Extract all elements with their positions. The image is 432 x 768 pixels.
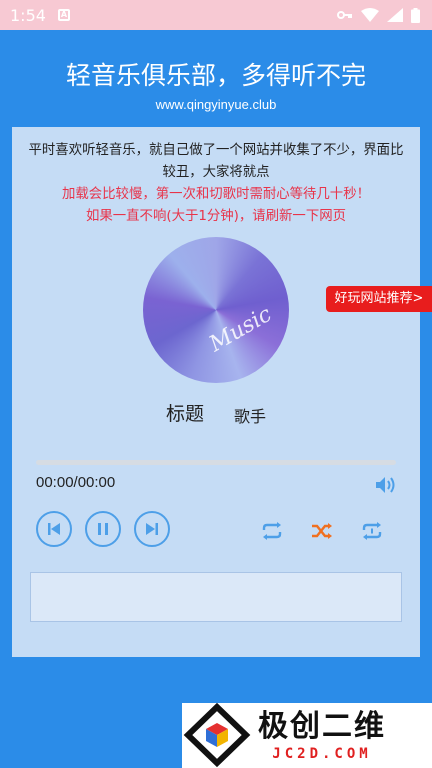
song-artist: 歌手	[234, 407, 267, 426]
album-disc: Music	[143, 237, 289, 383]
song-title: 标题	[166, 403, 205, 425]
repeat-one-button[interactable]	[358, 517, 386, 545]
refresh-hint: 如果一直不响(大于1分钟)，请刷新一下网页	[86, 209, 346, 224]
notification-icon: A	[57, 9, 70, 21]
loading-warning: 加载会比较慢，第一次和切歌时需耐心等待几十秒！	[62, 187, 370, 202]
battery-icon	[411, 7, 420, 23]
wifi-icon	[361, 8, 379, 22]
progress-bar[interactable]	[36, 460, 396, 465]
watermark-text: 极创二维 JC2D.COM	[258, 709, 386, 763]
next-button[interactable]	[134, 511, 170, 547]
pause-button[interactable]	[85, 511, 121, 547]
site-url: www.qingyinyue.club	[155, 97, 277, 112]
status-time: 1:54	[10, 5, 46, 25]
watermark: 极创二维 JC2D.COM	[182, 702, 432, 768]
promo-button[interactable]: 好玩网站推荐>	[326, 286, 432, 312]
vpn-key-icon	[337, 11, 352, 19]
previous-icon	[48, 523, 60, 535]
watermark-logo-icon	[182, 702, 252, 768]
repeat-all-button[interactable]	[258, 517, 286, 545]
shuffle-button[interactable]	[308, 517, 336, 545]
page-title: 轻音乐俱乐部，多得听不完	[65, 61, 366, 90]
repeat-one-icon	[362, 522, 382, 540]
volume-icon[interactable]	[374, 475, 398, 495]
intro-line-2: 较丑，大家将就点	[162, 165, 270, 180]
intro-text: 平时喜欢听轻音乐，就自己做了一个网站并收集了不少，界面比 较丑，大家将就点 加载…	[12, 140, 420, 228]
previous-button[interactable]	[36, 511, 72, 547]
intro-line-1: 平时喜欢听轻音乐，就自己做了一个网站并收集了不少，界面比	[28, 143, 404, 158]
pause-icon	[98, 523, 108, 535]
time-display: 00:00/00:00	[36, 474, 116, 491]
repeat-all-icon	[262, 522, 282, 540]
status-bar: 1:54 A	[0, 0, 432, 30]
watermark-en: JC2D.COM	[272, 745, 372, 762]
player-card: 平时喜欢听轻音乐，就自己做了一个网站并收集了不少，界面比 较丑，大家将就点 加载…	[12, 127, 420, 657]
disc-label: Music	[205, 301, 277, 358]
status-left: 1:54 A	[10, 6, 70, 25]
status-right	[337, 7, 420, 23]
lyrics-box[interactable]	[30, 572, 402, 622]
shuffle-icon	[312, 523, 332, 539]
signal-icon	[387, 8, 403, 22]
next-icon	[146, 523, 158, 535]
watermark-cn: 极创二维	[258, 708, 386, 744]
